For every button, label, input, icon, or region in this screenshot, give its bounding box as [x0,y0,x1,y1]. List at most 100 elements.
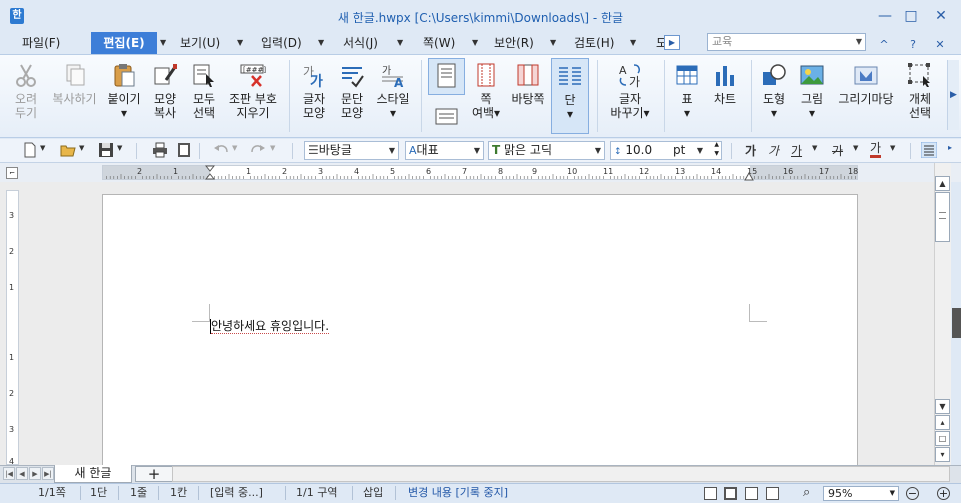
menu-insert-arrow[interactable]: ▼ [318,32,324,54]
new-document-icon[interactable] [22,142,38,158]
columns-button[interactable]: 단 ▾ [551,58,589,134]
vertical-ruler[interactable]: 3 2 1 1 2 3 4 [6,190,19,466]
page-view-toggle[interactable] [428,58,465,95]
close-document-button[interactable]: ✕ [932,38,948,52]
menu-security[interactable]: 보안(R) [488,32,540,54]
minimize-button[interactable]: — [872,6,898,26]
menu-review[interactable]: 검토(H) [568,32,620,54]
chevron-down-icon[interactable]: ▼ [389,142,395,159]
zoom-out-button[interactable]: − [906,487,919,500]
menu-security-arrow[interactable]: ▼ [550,32,556,54]
right-indent-marker[interactable] [744,172,754,181]
menu-overflow-button[interactable]: ▶ [664,35,680,50]
first-tab-button[interactable]: |◀ [3,467,15,480]
open-folder-icon[interactable] [60,142,76,158]
new-dropdown[interactable]: ▼ [40,144,45,152]
page-select-button[interactable]: □ [935,431,950,446]
scroll-up-button[interactable]: ▲ [935,176,950,191]
next-tab-button[interactable]: ▶ [29,467,41,480]
menu-view-arrow[interactable]: ▼ [237,32,243,54]
single-page-view-icon[interactable] [724,487,737,500]
char-shape-button[interactable]: 가가 글자 모양 [296,58,332,134]
shape-button[interactable]: 도형 ▾ [757,58,791,134]
strikethrough-button[interactable]: 가 [832,142,843,159]
horizontal-scrollbar[interactable] [172,466,950,482]
menu-view[interactable]: 보기(U) [174,32,226,54]
chevron-down-icon[interactable]: ▼ [595,142,601,159]
status-track-changes[interactable]: 변경 내용 [기록 중지] [408,485,508,501]
clear-marks-button[interactable]: [###] 조판 부호 지우기 [224,58,282,134]
menu-edit-arrow[interactable]: ▼ [160,32,166,54]
para-shape-button[interactable]: 문단 모양 [334,58,370,134]
line-view-toggle[interactable] [428,103,465,131]
print-preview-icon[interactable] [176,142,192,158]
format-copy-button[interactable]: 모양 복사 [146,58,184,134]
paragraph-style-select[interactable]: ☰바탕글 ▼ [304,141,399,160]
print-icon[interactable] [152,142,168,158]
menu-format-arrow[interactable]: ▼ [397,32,403,54]
zoom-select[interactable]: 95% ▼ [823,486,899,501]
prev-tab-button[interactable]: ◀ [16,467,28,480]
language-select[interactable]: A대표 ▼ [405,141,484,160]
previous-page-button[interactable]: ▴ [935,415,950,430]
status-page[interactable]: 1/1쪽 [38,485,66,501]
full-page-view-icon[interactable] [766,487,779,500]
page-margin-button[interactable]: 쪽 여백▾ [467,58,505,134]
help-button[interactable]: ? [905,38,921,52]
zoom-in-button[interactable]: + [937,487,950,500]
open-dropdown[interactable]: ▼ [79,144,84,152]
object-select-button[interactable]: 개체 선택 [901,58,939,134]
menu-insert[interactable]: 입력(D) [255,32,308,54]
clipart-button[interactable]: 그리기마당 [833,58,899,134]
save-dropdown[interactable]: ▼ [117,144,122,152]
bold-button[interactable]: 가 [745,142,756,159]
left-indent-marker[interactable] [205,165,215,181]
font-size-spin-up[interactable]: ▲ [714,142,719,149]
style-button[interactable]: 가A 스타일 ▾ [372,58,414,134]
copy-button[interactable]: 복사하기 [47,58,102,134]
strikethrough-dropdown[interactable]: ▼ [853,144,858,152]
undo-dropdown[interactable]: ▼ [232,144,237,152]
background-page-button[interactable]: 바탕쪽 [507,58,549,134]
select-all-button[interactable]: 모두 선택 [186,58,222,134]
picture-button[interactable]: 그림 ▾ [795,58,829,134]
collapse-ribbon-button[interactable]: ^ [876,38,892,52]
document-tab[interactable]: 새 한글 [54,465,132,483]
undo-icon[interactable] [213,142,229,158]
style-search-combo[interactable]: 교육 ▼ [707,33,866,51]
save-icon[interactable] [98,142,114,158]
add-tab-button[interactable]: + [135,466,173,482]
chevron-down-icon[interactable]: ▼ [856,34,862,50]
menu-file[interactable]: 파일(F) [16,32,66,54]
maximize-button[interactable]: □ [898,6,924,26]
fit-width-view-icon[interactable] [704,487,717,500]
menu-page-arrow[interactable]: ▼ [472,32,478,54]
status-insert-mode[interactable]: 삽입 [363,485,383,501]
font-select[interactable]: T 맑은 고딕 ▼ [488,141,605,160]
status-section[interactable]: 1/1 구역 [296,485,337,501]
underline-button[interactable]: 가 [791,142,802,159]
underline-dropdown[interactable]: ▼ [812,144,817,152]
document-text[interactable]: 안녕하세요 휴잉입니다. [211,319,330,334]
menu-edit[interactable]: 편집(E) [91,32,157,54]
table-button[interactable]: 표 ▾ [670,58,704,134]
italic-button[interactable]: 가 [768,142,779,159]
paste-button[interactable]: 붙이기 ▾ [104,58,144,134]
cut-button[interactable]: 오려 두기 [8,58,44,134]
redo-icon[interactable] [250,142,266,158]
chevron-down-icon[interactable]: ▼ [890,487,895,500]
next-page-button[interactable]: ▾ [935,447,950,462]
menu-page[interactable]: 쪽(W) [417,32,461,54]
toolbar-more-icon[interactable]: ▸ [948,143,952,152]
multi-page-view-icon[interactable] [745,487,758,500]
ribbon-expand-button[interactable]: ▶ [947,60,959,130]
close-button[interactable]: ✕ [928,6,954,26]
font-size-spin-down[interactable]: ▼ [714,150,719,158]
last-tab-button[interactable]: ▶| [42,467,54,480]
menu-format[interactable]: 서식(J) [337,32,384,54]
side-panel-tab[interactable] [952,308,961,338]
char-replace-button[interactable]: A가 글자 바꾸기▾ [604,58,656,134]
font-unit-dropdown[interactable]: ▼ [697,142,703,159]
chart-button[interactable]: 차트 [706,58,744,134]
chevron-down-icon[interactable]: ▼ [474,142,480,159]
